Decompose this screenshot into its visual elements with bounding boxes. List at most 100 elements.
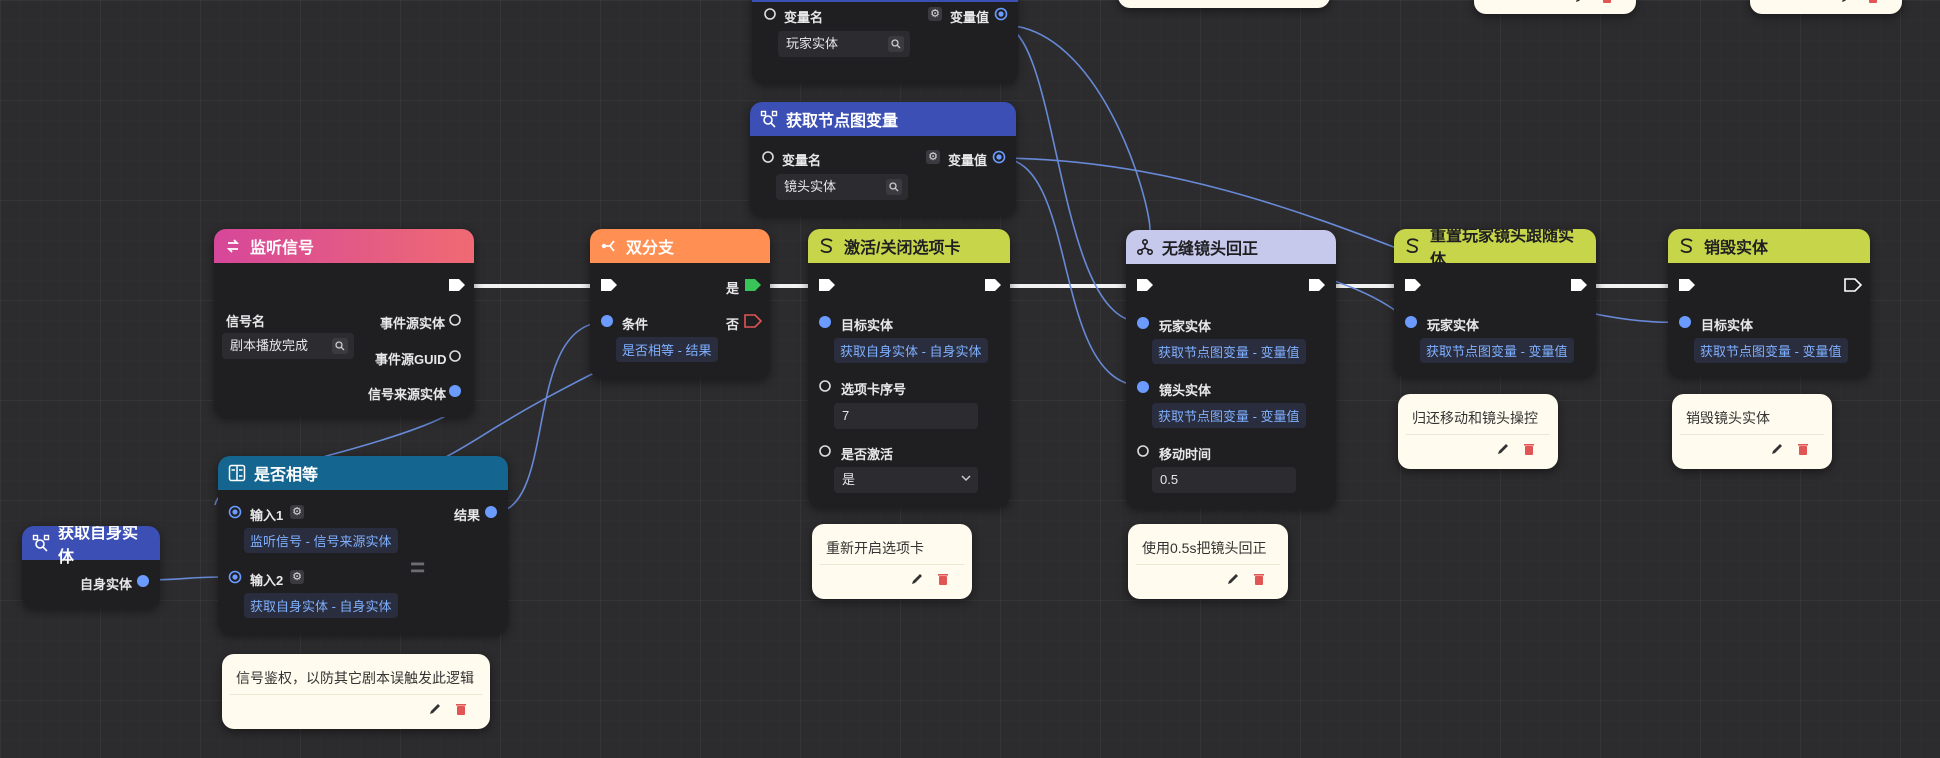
get-variable-node-camera[interactable]: 获取节点图变量 变量名 ⚙ 变量值 镜头实体 <box>750 102 1016 216</box>
yes-exec-output-pin[interactable] <box>744 278 762 292</box>
player-entity-input-pin[interactable] <box>1136 316 1150 330</box>
edit-icon[interactable] <box>1494 440 1512 458</box>
destroy-entity-node[interactable]: 销毁实体 目标实体 获取节点图变量 - 变量值 <box>1668 229 1870 377</box>
delete-icon[interactable] <box>1794 440 1812 458</box>
get-variable-node-top[interactable]: 变量名 ⚙ 变量值 玩家实体 <box>752 0 1018 83</box>
var-name-label: 变量名 <box>784 10 824 25</box>
note-card-camera-reset[interactable]: 使用0.5s把镜头回正 <box>1128 524 1288 599</box>
search-icon[interactable] <box>888 36 904 52</box>
data-wire-equals-to-branch <box>491 321 607 514</box>
node-title: 激活/关闭选项卡 <box>844 240 961 257</box>
node-header[interactable]: 双分支 <box>590 229 770 263</box>
player-entity-input-pin[interactable] <box>1404 315 1418 329</box>
var-value-output-pin[interactable] <box>992 150 1006 164</box>
event-entity-output-pin[interactable] <box>448 313 462 327</box>
delete-icon[interactable] <box>934 570 952 588</box>
target-entity-input-pin[interactable] <box>1678 315 1692 329</box>
tab-index-input-pin[interactable] <box>818 379 832 393</box>
node-header[interactable]: 激活/关闭选项卡 <box>808 229 1010 263</box>
target-entity-input-pin[interactable] <box>818 315 832 329</box>
signal-entity-output-pin[interactable] <box>448 384 462 398</box>
edit-icon[interactable] <box>1838 0 1856 6</box>
gear-icon[interactable]: ⚙ <box>290 570 304 584</box>
note-card-top-2[interactable] <box>1474 0 1636 14</box>
is-active-input-pin[interactable] <box>818 444 832 458</box>
listen-signal-node[interactable]: 监听信号 信号名 剧本播放完成 事件源实体 事件源GUID 信号来源实体 <box>214 229 474 417</box>
exec-input-pin[interactable] <box>1678 278 1696 292</box>
gear-icon[interactable]: ⚙ <box>926 150 940 164</box>
exec-output-pin[interactable] <box>1844 278 1862 292</box>
node-header[interactable]: 获取节点图变量 <box>750 102 1016 136</box>
exec-output-pin[interactable] <box>448 278 466 292</box>
search-icon[interactable] <box>886 179 902 195</box>
event-guid-output-pin[interactable] <box>448 349 462 363</box>
edit-icon[interactable] <box>908 570 926 588</box>
self-entity-output-pin[interactable] <box>136 574 150 588</box>
delete-icon[interactable] <box>1598 0 1616 6</box>
note-card-signal-auth[interactable]: 信号鉴权，以防其它剧本误触发此逻辑 <box>222 654 490 729</box>
edit-icon[interactable] <box>1572 0 1590 6</box>
action-icon <box>1404 237 1422 255</box>
edit-icon[interactable] <box>1224 570 1242 588</box>
delete-icon[interactable] <box>1250 570 1268 588</box>
note-card-restore-move[interactable]: 归还移动和镜头操控 <box>1398 394 1558 469</box>
exec-input-pin[interactable] <box>1136 278 1154 292</box>
edit-icon[interactable] <box>1768 440 1786 458</box>
node-header[interactable]: 获取自身实体 <box>22 526 160 566</box>
is-active-select[interactable]: 是 <box>834 467 978 493</box>
input1-source-tag[interactable]: 监听信号 - 信号来源实体 <box>244 528 398 553</box>
input1-pin[interactable] <box>228 505 242 519</box>
node-header[interactable]: 监听信号 <box>214 229 474 263</box>
input2-source-tag[interactable]: 获取自身实体 - 自身实体 <box>244 593 398 618</box>
note-card-destroy-camera[interactable]: 销毁镜头实体 <box>1672 394 1832 469</box>
player-entity-tag[interactable]: 获取节点图变量 - 变量值 <box>1152 339 1306 364</box>
toggle-tab-node[interactable]: 激活/关闭选项卡 目标实体 获取自身实体 - 自身实体 选项卡序号 7 是否激活… <box>808 229 1010 507</box>
exec-input-pin[interactable] <box>600 278 618 292</box>
target-entity-tag[interactable]: 获取节点图变量 - 变量值 <box>1694 338 1848 363</box>
get-self-entity-node[interactable]: 获取自身实体 自身实体 <box>22 526 160 608</box>
search-icon[interactable] <box>332 338 348 354</box>
exec-output-pin[interactable] <box>984 278 1002 292</box>
note-card-top-3[interactable] <box>1750 0 1902 14</box>
edit-icon[interactable] <box>426 700 444 718</box>
node-header[interactable]: 销毁实体 <box>1668 229 1870 263</box>
condition-source-tag[interactable]: 是否相等 - 结果 <box>616 337 718 362</box>
condition-input-pin[interactable] <box>600 314 614 328</box>
var-name-input-pin[interactable] <box>763 7 777 21</box>
delete-icon[interactable] <box>1864 0 1882 6</box>
exec-output-pin[interactable] <box>1570 278 1588 292</box>
camera-reset-node[interactable]: 无缝镜头回正 玩家实体 获取节点图变量 - 变量值 镜头实体 获取节点图变量 -… <box>1126 230 1336 508</box>
node-header[interactable]: 是否相等 <box>218 456 508 490</box>
node-header[interactable]: 重置玩家镜头跟随实体 <box>1394 229 1596 269</box>
move-time-input-pin[interactable] <box>1136 444 1150 458</box>
delete-icon[interactable] <box>1520 440 1538 458</box>
branch-node[interactable]: 双分支 是 条件 否 是否相等 - 结果 <box>590 229 770 379</box>
var-name-input-pin[interactable] <box>761 150 775 164</box>
target-entity-tag[interactable]: 获取自身实体 - 自身实体 <box>834 338 988 363</box>
note-card-reopen-tab[interactable]: 重新开启选项卡 <box>812 524 972 599</box>
gear-icon[interactable]: ⚙ <box>928 7 942 21</box>
input2-pin[interactable] <box>228 570 242 584</box>
exec-input-pin[interactable] <box>1404 278 1422 292</box>
camera-entity-tag[interactable]: 获取节点图变量 - 变量值 <box>1152 403 1306 428</box>
move-time-field[interactable]: 0.5 <box>1152 467 1296 493</box>
var-name-field[interactable]: 镜头实体 <box>776 174 908 200</box>
delete-icon[interactable] <box>452 700 470 718</box>
var-value-output-pin[interactable] <box>994 7 1008 21</box>
node-title: 是否相等 <box>254 467 319 484</box>
note-card-top-1[interactable] <box>1118 0 1330 8</box>
player-entity-tag[interactable]: 获取节点图变量 - 变量值 <box>1420 338 1574 363</box>
gear-icon[interactable]: ⚙ <box>290 505 304 519</box>
signal-name-field[interactable]: 剧本播放完成 <box>222 333 354 359</box>
exec-input-pin[interactable] <box>818 278 836 292</box>
reset-camera-follow-node[interactable]: 重置玩家镜头跟随实体 玩家实体 获取节点图变量 - 变量值 <box>1394 229 1596 377</box>
var-name-field[interactable]: 玩家实体 <box>778 31 910 57</box>
node-title: 获取自身实体 <box>58 526 139 566</box>
no-exec-output-pin[interactable] <box>744 314 762 328</box>
tab-index-field[interactable]: 7 <box>834 403 978 429</box>
result-output-pin[interactable] <box>484 505 498 519</box>
exec-output-pin[interactable] <box>1308 278 1326 292</box>
camera-entity-input-pin[interactable] <box>1136 380 1150 394</box>
node-header[interactable]: 无缝镜头回正 <box>1126 230 1336 264</box>
equals-node[interactable]: 是否相等 输入1 ⚙ 监听信号 - 信号来源实体 结果 输入2 ⚙ 获取自身实体… <box>218 456 508 634</box>
